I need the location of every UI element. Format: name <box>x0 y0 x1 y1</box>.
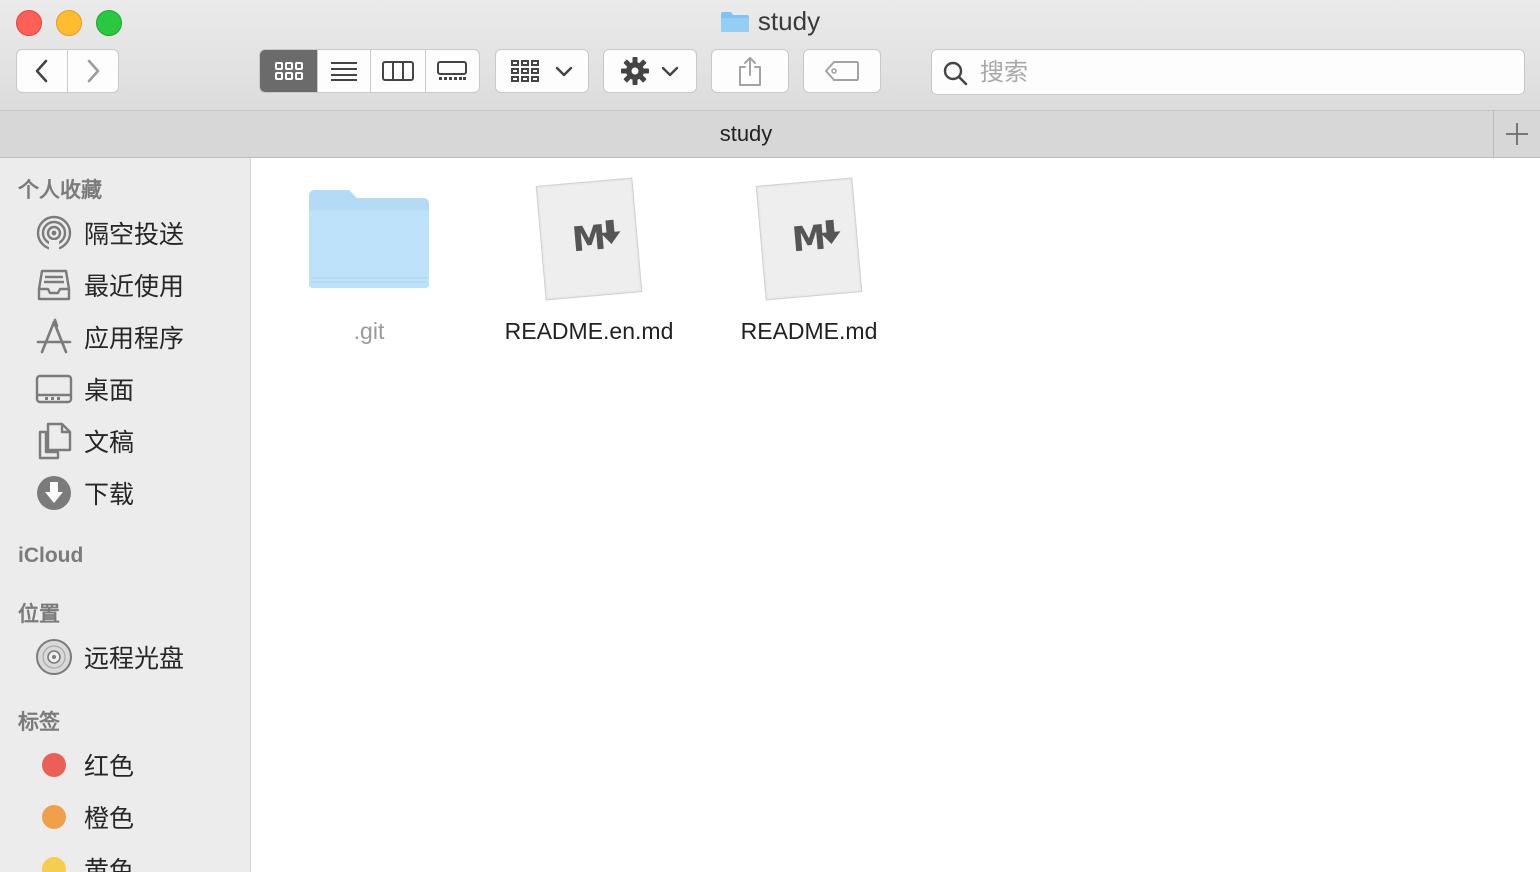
recents-icon <box>37 269 71 301</box>
plus-icon <box>1506 123 1528 145</box>
sidebar-section-favorites: 个人收藏 <box>18 179 102 202</box>
search-icon <box>943 61 968 86</box>
folder-icon <box>720 12 749 32</box>
sidebar-item-tag-yellow[interactable]: 黄色 <box>34 849 134 872</box>
file-item-readme[interactable]: M README.md <box>714 176 904 344</box>
finder-window: study 搜索 study 个人收藏 隔空投送 最近使用 应用程序 桌面 文稿… <box>0 0 1540 872</box>
group-by-button[interactable] <box>495 49 589 93</box>
sidebar-item-applications[interactable]: 应用程序 <box>34 317 184 357</box>
sidebar-section-locations: 位置 <box>18 603 60 626</box>
group-grid-icon <box>511 60 539 82</box>
titlebar-toolbar: study <box>0 0 1540 111</box>
tab-title[interactable]: study <box>0 121 1492 147</box>
file-item-git-folder[interactable]: .git <box>274 176 464 344</box>
sidebar-item-tag-red[interactable]: 红色 <box>34 745 134 785</box>
sidebar-item-label: 桌面 <box>84 377 135 405</box>
file-name: .git <box>353 318 385 344</box>
file-name: README.md <box>740 318 878 344</box>
window-title-text: study <box>757 6 821 36</box>
sidebar-item-desktop[interactable]: 桌面 <box>34 369 134 409</box>
sidebar-item-label: 最近使用 <box>84 273 185 301</box>
sidebar-item-airdrop[interactable]: 隔空投送 <box>34 213 184 253</box>
nav-buttons <box>16 49 119 93</box>
sidebar-item-label: 下载 <box>84 481 135 509</box>
tag-dot-red <box>42 753 66 777</box>
sidebar-item-label: 橙色 <box>84 805 135 833</box>
list-view-button[interactable] <box>318 50 372 92</box>
sidebar-item-documents[interactable]: 文稿 <box>34 421 134 461</box>
share-icon <box>739 57 761 86</box>
search-field[interactable] <box>931 49 1525 95</box>
folder-icon <box>309 190 429 288</box>
search-input[interactable] <box>978 56 1502 90</box>
tag-dot-yellow <box>42 857 66 872</box>
documents-icon <box>38 422 72 460</box>
share-button[interactable] <box>711 49 789 93</box>
gallery-icon <box>437 61 468 80</box>
desktop-icon <box>35 374 73 404</box>
gallery-view-button[interactable] <box>426 50 479 92</box>
sidebar-item-label: 红色 <box>84 753 135 781</box>
column-view-button[interactable] <box>371 50 426 92</box>
sidebar-item-remote-disc[interactable]: 远程光盘 <box>34 637 184 677</box>
disc-icon <box>36 639 72 675</box>
sidebar-item-recents[interactable]: 最近使用 <box>34 265 184 305</box>
tag-dot-orange <box>42 805 66 829</box>
file-browser: .git M README.en.md M README.md <box>251 158 1540 872</box>
columns-icon <box>382 61 415 81</box>
back-button[interactable] <box>17 50 68 92</box>
tag-icon <box>825 61 859 81</box>
file-name: README.en.md <box>504 318 674 344</box>
chevron-down-icon <box>661 66 679 77</box>
gear-icon <box>621 57 649 85</box>
sidebar-item-label: 应用程序 <box>84 325 185 353</box>
list-icon <box>331 62 358 81</box>
icon-view-button[interactable] <box>260 50 319 92</box>
sidebar-item-label: 隔空投送 <box>84 221 185 249</box>
sidebar-item-tag-orange[interactable]: 橙色 <box>34 797 134 837</box>
forward-button[interactable] <box>68 50 118 92</box>
svg-text:M: M <box>790 218 827 261</box>
sidebar-section-tags: 标签 <box>18 711 60 734</box>
sidebar-item-label: 黄色 <box>84 857 135 872</box>
sidebar-item-downloads[interactable]: 下载 <box>34 473 134 513</box>
chevron-left-icon <box>35 59 48 83</box>
sidebar-item-label: 远程光盘 <box>84 645 185 673</box>
grid-icon <box>274 62 303 80</box>
chevron-right-icon <box>87 59 100 83</box>
sidebar: 个人收藏 隔空投送 最近使用 应用程序 桌面 文稿 下载 iCloud 位置 远… <box>0 158 251 872</box>
markdown-file-icon: M <box>755 177 863 301</box>
window-title: study <box>0 6 1540 37</box>
new-tab-button[interactable] <box>1493 111 1540 157</box>
svg-text:M: M <box>570 218 607 261</box>
applications-icon <box>36 318 72 354</box>
sidebar-section-icloud: iCloud <box>18 544 84 567</box>
file-item-readme-en[interactable]: M README.en.md <box>494 176 684 344</box>
airdrop-icon <box>36 215 72 252</box>
chevron-down-icon <box>555 66 573 77</box>
tag-button[interactable] <box>803 49 881 93</box>
downloads-icon <box>37 476 71 510</box>
tab-bar: study <box>0 111 1540 158</box>
action-button[interactable] <box>603 49 697 93</box>
sidebar-item-label: 文稿 <box>84 429 135 457</box>
view-mode-control <box>259 49 480 93</box>
markdown-file-icon: M <box>535 177 643 301</box>
